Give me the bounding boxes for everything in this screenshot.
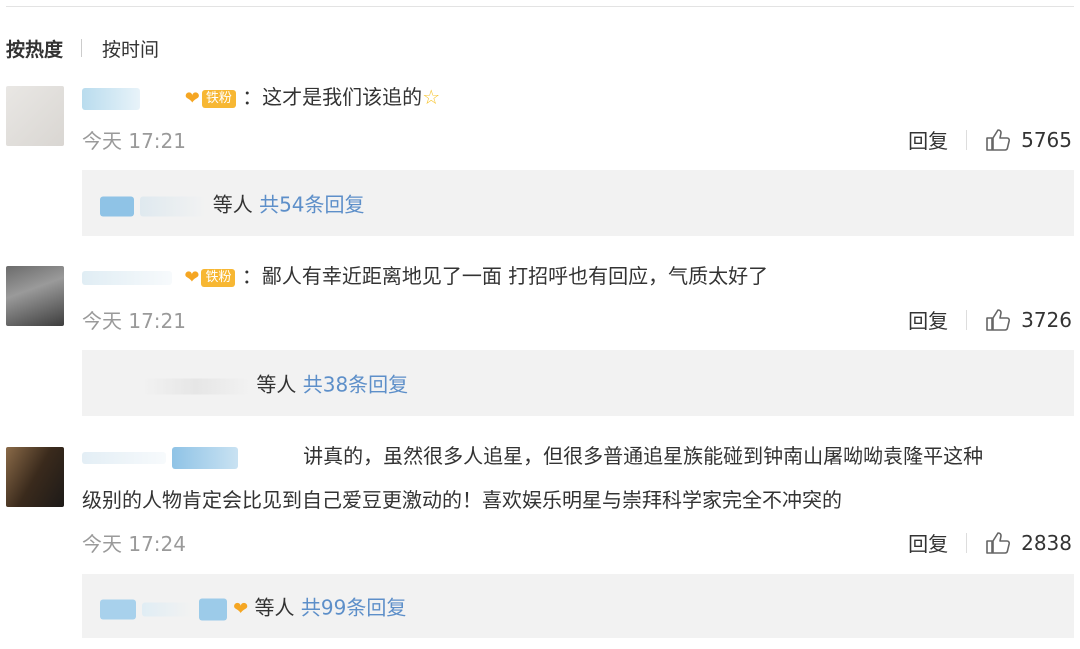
reply-summary[interactable]: 等人 共54条回复 bbox=[82, 170, 1074, 236]
reply-username-blur bbox=[198, 598, 227, 620]
top-divider bbox=[6, 6, 1074, 7]
comment-actions: 回复 5765 bbox=[908, 125, 1072, 154]
username[interactable] bbox=[82, 451, 166, 464]
avatar[interactable] bbox=[6, 266, 64, 326]
comment-time: 今天 17:21 bbox=[82, 309, 186, 333]
sort-by-time-tab[interactable]: 按时间 bbox=[102, 35, 159, 62]
comment-actions: 回复 3726 bbox=[908, 305, 1072, 334]
username-blur bbox=[172, 446, 239, 469]
comment-time: 今天 17:24 bbox=[82, 532, 186, 556]
fan-heart-icon: ❤ bbox=[184, 266, 200, 288]
comment-line: ❤ 铁粉 ：这才是我们该追的☆ bbox=[82, 82, 440, 112]
thumbs-up-icon[interactable] bbox=[985, 128, 1011, 152]
reply-avatar bbox=[100, 196, 134, 216]
comment-text: ：这才是我们该追的 bbox=[242, 85, 423, 109]
reply-others: 等人 bbox=[254, 595, 295, 620]
fan-badge[interactable]: ❤ 铁粉 bbox=[184, 87, 236, 109]
action-separator bbox=[966, 532, 968, 553]
reply-username bbox=[142, 378, 250, 394]
avatar[interactable] bbox=[6, 447, 64, 507]
comment-time: 今天 17:21 bbox=[82, 129, 186, 153]
reply-others: 等人 bbox=[256, 372, 297, 397]
reply-button[interactable]: 回复 bbox=[908, 528, 948, 557]
username[interactable] bbox=[82, 270, 172, 285]
sort-bar: 按热度 按时间 bbox=[6, 34, 159, 62]
sort-separator bbox=[81, 39, 83, 57]
sort-by-hot-tab[interactable]: 按热度 bbox=[6, 35, 63, 62]
comment-text-line1: 讲真的，虽然很多人追星，但很多普通追星族能碰到钟南山屠呦呦袁隆平这种 bbox=[303, 444, 984, 468]
comment-line: ❤ 铁粉 ：鄙人有幸近距离地见了一面 打招呼也有回应，气质太好了 bbox=[82, 261, 768, 291]
reply-button[interactable]: 回复 bbox=[908, 125, 948, 154]
fan-badge[interactable]: ❤ 铁粉 bbox=[184, 266, 236, 288]
reply-username bbox=[140, 196, 207, 216]
fan-badge-label: 铁粉 bbox=[201, 268, 236, 287]
star-emoji-icon: ☆ bbox=[422, 85, 441, 109]
reply-button[interactable]: 回复 bbox=[908, 305, 948, 334]
reply-summary[interactable]: 等人 共38条回复 bbox=[82, 350, 1074, 416]
comment-text: ：鄙人有幸近距离地见了一面 打招呼也有回应，气质太好了 bbox=[241, 264, 769, 288]
reply-count-link[interactable]: 共54条回复 bbox=[259, 193, 364, 217]
thumbs-up-icon[interactable] bbox=[985, 531, 1011, 555]
fan-badge-label: 铁粉 bbox=[201, 89, 236, 108]
reply-username bbox=[142, 602, 193, 616]
reply-summary[interactable]: ❤ 等人 共99条回复 bbox=[82, 574, 1074, 638]
comment-text-line2: 级别的人物肯定会比见到自己爱豆更激动的！喜欢娱乐明星与崇拜科学家完全不冲突的 bbox=[82, 488, 842, 512]
reply-count-link[interactable]: 共38条回复 bbox=[303, 373, 408, 397]
comment-actions: 回复 2838 bbox=[908, 528, 1072, 557]
reply-count-link[interactable]: 共99条回复 bbox=[301, 596, 406, 620]
comment-line: 讲真的，虽然很多人追星，但很多普通追星族能碰到钟南山屠呦呦袁隆平这种 bbox=[82, 441, 983, 471]
reply-others: 等人 bbox=[212, 192, 253, 217]
action-separator bbox=[966, 129, 968, 150]
thumbs-up-icon[interactable] bbox=[985, 308, 1011, 332]
fan-heart-icon: ❤ bbox=[184, 87, 200, 109]
username[interactable] bbox=[82, 87, 140, 110]
like-count: 3726 bbox=[1021, 307, 1072, 332]
avatar[interactable] bbox=[6, 86, 64, 146]
reply-avatar bbox=[100, 599, 136, 619]
fan-heart-icon: ❤ bbox=[233, 598, 249, 620]
action-separator bbox=[966, 309, 968, 330]
like-count: 2838 bbox=[1021, 530, 1072, 555]
like-count: 5765 bbox=[1021, 127, 1072, 152]
